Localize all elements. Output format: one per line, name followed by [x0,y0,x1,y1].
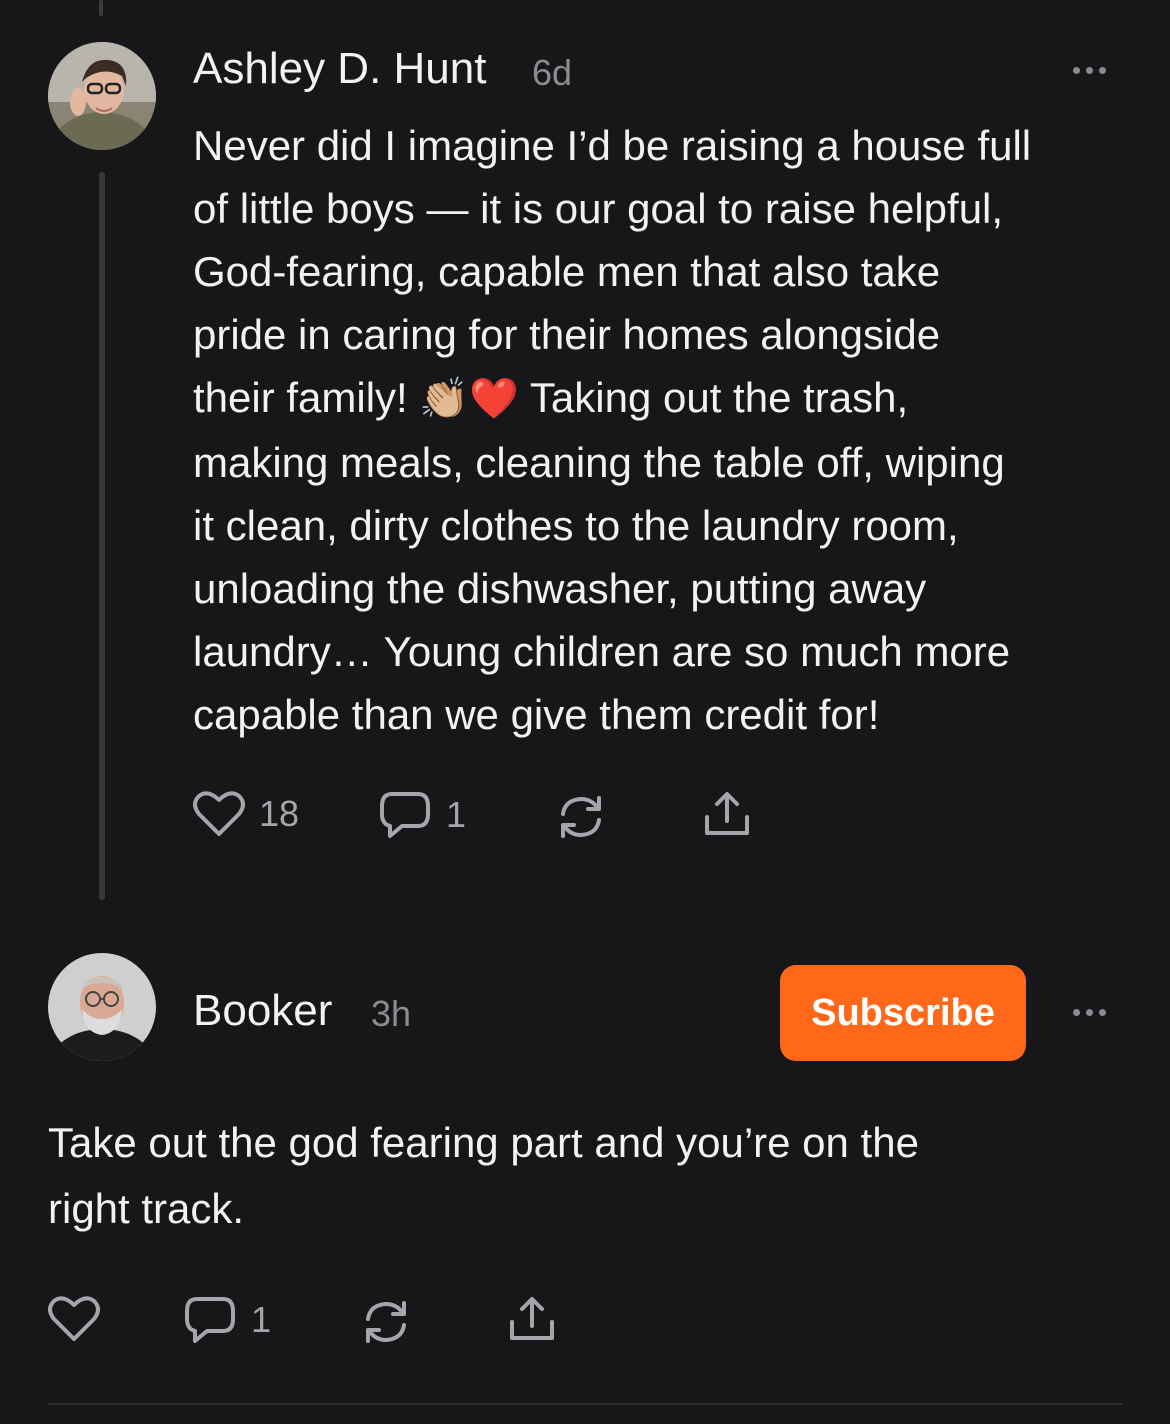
subscribe-button[interactable]: Subscribe [780,965,1026,1061]
comment-line: pride in caring for their homes alongsid… [193,311,941,358]
comment-line: laundry… Young children are so much more [193,628,1011,675]
thread-line [99,172,105,900]
comment-author[interactable]: Ashley D. Hunt [193,44,486,94]
comment-line: of little boys — it is our goal to raise… [193,185,1004,232]
share-button[interactable] [506,1294,558,1344]
heart-icon [193,791,245,836]
share-button[interactable] [701,789,753,839]
like-button[interactable] [48,1295,100,1343]
comment-text-segment: their family! [193,374,408,421]
comment-text-segment: Taking out the trash, [529,374,909,421]
reply-count: 1 [446,794,467,835]
thread-line-top [99,0,103,16]
comment-body: Never did I imagine I’d be raising a hou… [193,114,1133,746]
restack-button[interactable] [360,1297,412,1347]
restack-button[interactable] [555,792,607,842]
comment-line: Take out the god fearing part and you’re… [48,1119,919,1166]
restack-icon [561,796,601,838]
comment-icon [185,1297,235,1343]
comment-body: Take out the god fearing part and you’re… [48,1110,1128,1242]
reply-button[interactable]: 1 [378,790,466,840]
comment-timestamp: 6d [532,52,573,93]
comment-line: Never did I imagine I’d be raising a hou… [193,122,1032,169]
comment-line: God-fearing, capable men that also take [193,248,941,295]
emoji-clap-heart: 👏🏼❤️ [419,376,519,422]
share-icon [510,1297,554,1340]
reply-count: 1 [251,1299,272,1340]
avatar-ashley[interactable] [48,42,156,150]
comment-timestamp: 3h [371,993,412,1034]
reply-button[interactable]: 1 [183,1295,271,1345]
comment-line: unloading the dishwasher, putting away [193,565,927,612]
comment-line: their family! 👏🏼❤️ Taking out the trash, [193,366,1133,431]
comment-line: making meals, cleaning the table off, wi… [193,439,1005,486]
comment-author[interactable]: Booker [193,986,332,1036]
like-button[interactable]: 18 [193,790,299,838]
share-icon [705,792,749,835]
avatar-booker[interactable] [48,953,156,1061]
more-icon[interactable] [1073,67,1106,74]
restack-icon [366,1301,406,1343]
comment-line: right track. [48,1185,245,1232]
comment-icon [380,792,430,838]
more-icon[interactable] [1073,1009,1106,1016]
comment-line: it clean, dirty clothes to the laundry r… [193,502,959,549]
divider [48,1403,1122,1405]
heart-icon [48,1296,100,1341]
like-count: 18 [259,793,300,834]
comment-line: capable than we give them credit for! [193,691,880,738]
